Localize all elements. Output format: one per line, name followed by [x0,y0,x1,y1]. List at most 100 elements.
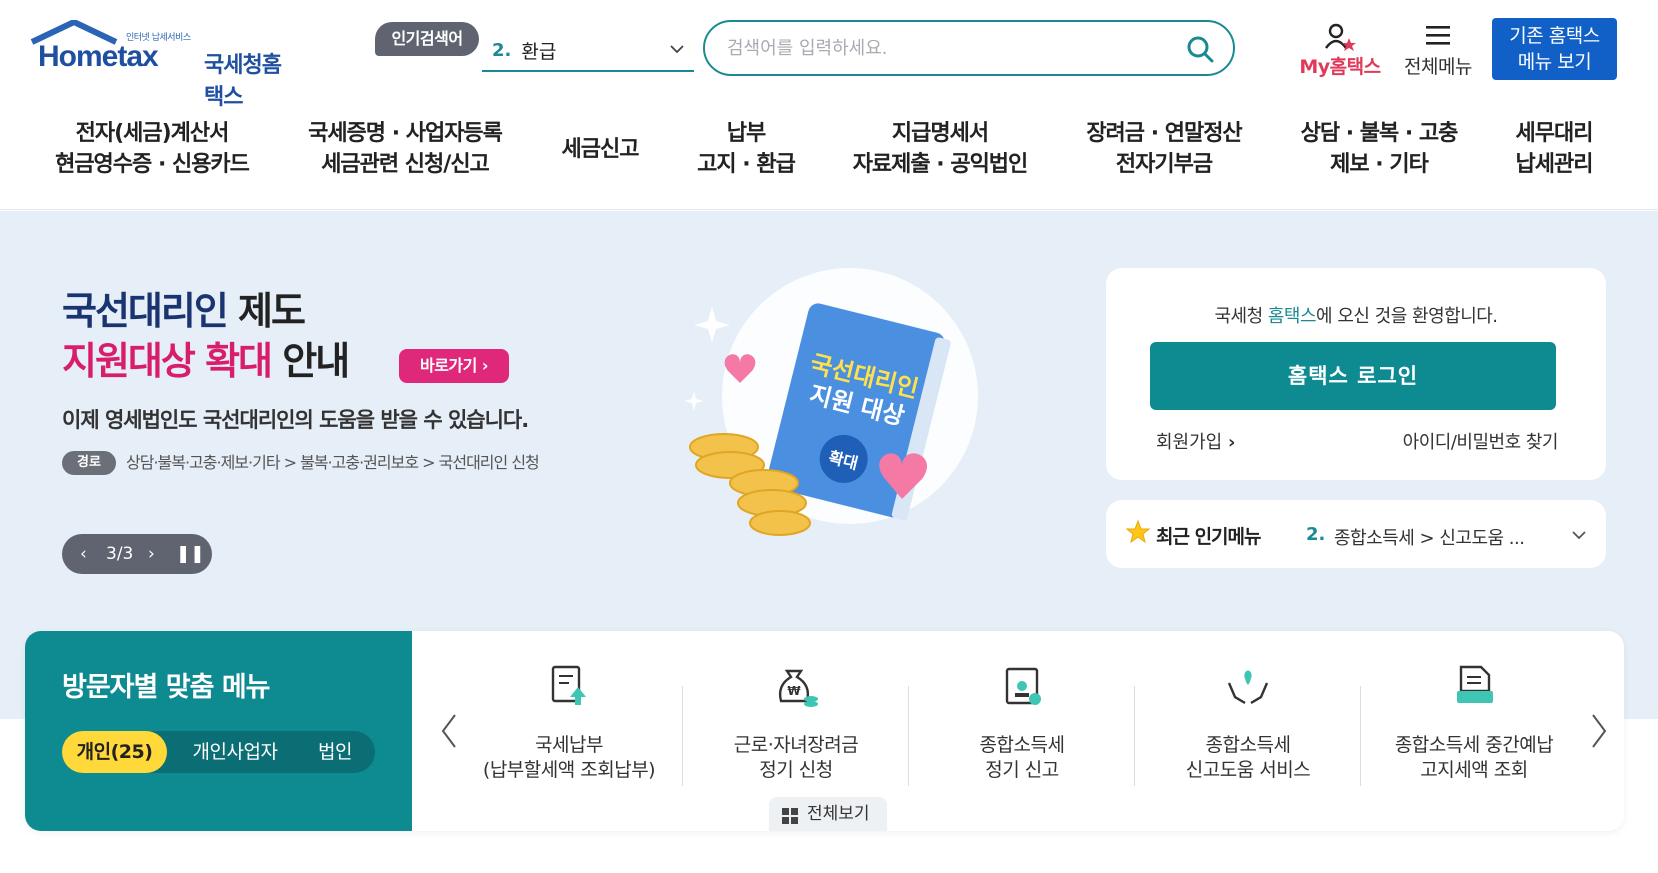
hero-subtitle: 이제 영세법인도 국선대리인의 도움을 받을 수 있습니다. [62,408,529,432]
popular-rank: 2. [492,39,512,61]
notice-document-icon [1457,665,1493,703]
hero-title-c: 지원대상 확대 [62,339,273,383]
quick-label-line2: 정기 신고 [985,759,1059,781]
quick-label-line2: (납부할세액 조회납부) [482,759,656,781]
chevron-right-icon: › [1227,432,1236,453]
nav-label: 국세증명 · 사업자등록 [308,121,503,146]
document-upload-icon [551,665,586,705]
tab-individual[interactable]: 개인(25) [62,731,167,773]
quick-label-line1: 근로·자녀장려금 [733,734,859,756]
quick-filing-help[interactable]: 종합소득세 신고도움 서비스 [1135,661,1361,801]
main-nav: 전자(세금)계산서현금영수증 · 신용카드 국세증명 · 사업자등록세금관련 신… [0,118,1658,188]
svg-text:₩: ₩ [787,684,801,698]
hero-title: 국선대리인 제도 지원대상 확대 안내 [62,286,350,386]
visitor-menu-title: 방문자별 맞춤 메뉴 [62,672,271,703]
quick-label-line2: 고지세액 조회 [1420,759,1528,781]
nav-certificates[interactable]: 국세증명 · 사업자등록세금관련 신청/신고 [300,118,510,180]
tab-sole-proprietor[interactable]: 개인사업자 [175,731,295,773]
certificate-icon [1005,667,1041,705]
my-hometax-button[interactable]: My홈택스 [1290,20,1390,80]
recent-value: 종합소득세 > 신고도움 ... [1334,528,1525,549]
money-bag-icon: ₩ [778,669,818,707]
next-slide-icon[interactable]: › [148,534,155,574]
breadcrumb[interactable]: 상담·불복·고충·제보·기타 > 불복·고충·권리보호 > 국선대리인 신청 [126,451,540,475]
prev-slide-icon[interactable]: ‹ [80,534,87,574]
quick-label-line1: 국세납부 [535,734,603,756]
nav-incentives[interactable]: 장려금 · 연말정산전자기부금 [1076,118,1252,180]
heart-hands-icon [1227,670,1269,705]
search-input[interactable] [727,32,1167,64]
welcome-highlight: 홈택스 [1267,306,1317,327]
popular-term: 환급 [521,40,557,63]
nav-label: 지급명세서 [891,121,989,146]
quick-label: 종합소득세 중간예납 고지세액 조회 [1361,733,1587,783]
hero-title-a: 국선대리인 [62,289,229,333]
nav-tax-agent[interactable]: 세무대리 납세관리 [1506,118,1602,180]
nav-tax-filing[interactable]: 세금신고 [548,134,652,165]
slide-count: 3/3 [106,544,134,564]
my-hometax-label: My홈택스 [1299,56,1381,78]
nav-sublabel: 현금영수증 · 신용카드 [55,152,250,177]
nav-payment[interactable]: 납부 고지 · 환급 [686,118,806,180]
quick-income-tax-filing[interactable]: 종합소득세 정기 신고 [909,661,1135,801]
nav-label: 상담 · 불복 · 고충 [1300,121,1459,146]
welcome-text: 국세청 홈택스에 오신 것을 환영합니다. [1106,302,1606,328]
quick-label: 종합소득세 정기 신고 [909,733,1135,783]
site-header: 인터넷 납세서비스 Hometax 국세청홈택스 인기검색어 2. 환급 My홈… [0,0,1658,210]
view-all-button[interactable]: 전체보기 [769,797,887,831]
logo-brand: Hometax [38,40,159,73]
goto-label: 바로가기 [419,356,477,375]
hamburger-icon [1426,26,1450,45]
logo-korean: 국세청홈택스 [204,53,282,110]
user-star-icon [1325,23,1356,51]
old-menu-line2: 메뉴 보기 [1517,51,1592,73]
chevron-down-icon [1572,531,1586,540]
login-panel: 국세청 홈택스에 오신 것을 환영합니다. 홈택스 로그인 회원가입 › 아이디… [1106,268,1606,480]
signup-link[interactable]: 회원가입 › [1156,428,1235,454]
popular-search-label: 인기검색어 [375,22,479,56]
nav-sublabel: 세금관련 신청/신고 [321,152,490,177]
nav-e-invoice[interactable]: 전자(세금)계산서현금영수증 · 신용카드 [52,118,252,180]
nav-label: 세금신고 [561,137,640,162]
pause-icon[interactable]: ❚❚ [176,534,205,574]
tab-corporation[interactable]: 법인 [302,731,368,773]
login-button[interactable]: 홈택스 로그인 [1150,342,1556,410]
nav-payment-statements[interactable]: 지급명세서 자료제출 · 공익법인 [848,118,1032,180]
book-illustration: 국선대리인 지원 대상 확대 [684,268,978,536]
slide-pager: ‹ 3/3 › ❚❚ [62,534,212,574]
star-icon [1126,520,1150,544]
search-icon[interactable] [1185,34,1215,64]
all-menu-label: 전체메뉴 [1404,56,1472,78]
quick-label: 종합소득세 신고도움 서비스 [1135,733,1361,783]
visitor-menu: 방문자별 맞춤 메뉴 개인(25) 개인사업자 법인 국세납부 (납부할세액 조회… [25,631,1624,831]
path-badge: 경로 [62,451,116,475]
quick-interim-prepayment[interactable]: 종합소득세 중간예납 고지세액 조회 [1361,661,1587,801]
quick-incentive-application[interactable]: ₩ 근로·자녀장려금 정기 신청 [683,661,909,801]
nav-consulting[interactable]: 상담 · 불복 · 고충제보 · 기타 [1290,118,1468,180]
search-box [703,20,1235,76]
quick-label-line1: 종합소득세 [1205,734,1291,756]
hero-title-b: 제도 [226,289,306,333]
recent-popular-menu[interactable]: 최근 인기메뉴 2. 종합소득세 > 신고도움 ... [1106,500,1606,568]
grid-icon [782,808,798,824]
quick-label: 국세납부 (납부할세액 조회납부) [456,733,682,783]
recent-rank: 2. [1306,524,1326,545]
welcome-b: 에 오신 것을 환영합니다. [1316,306,1498,327]
nav-sublabel: 제보 · 기타 [1330,152,1429,177]
nav-label: 장려금 · 연말정산 [1086,121,1242,146]
signup-label: 회원가입 [1156,432,1223,453]
all-menu-button[interactable]: 전체메뉴 [1396,20,1480,80]
quick-tax-payment[interactable]: 국세납부 (납부할세액 조회납부) [456,661,682,801]
visitor-menu-panel: 방문자별 맞춤 메뉴 개인(25) 개인사업자 법인 [25,631,412,831]
welcome-a: 국세청 [1214,306,1268,327]
nav-sublabel: 전자기부금 [1115,152,1213,177]
goto-button[interactable]: 바로가기 › [399,349,509,383]
hometax-logo[interactable]: 인터넷 납세서비스 Hometax 국세청홈택스 [28,20,298,110]
chevron-right-icon[interactable] [1587,711,1611,751]
recent-label: 최근 인기메뉴 [1156,526,1261,548]
find-id-password-link[interactable]: 아이디/비밀번호 찾기 [1403,428,1559,454]
hero-title-d: 안내 [271,339,350,383]
old-menu-button[interactable]: 기존 홈택스 메뉴 보기 [1492,18,1617,80]
popular-search-select[interactable]: 2. 환급 [482,30,694,72]
nav-label: 전자(세금)계산서 [75,121,230,146]
